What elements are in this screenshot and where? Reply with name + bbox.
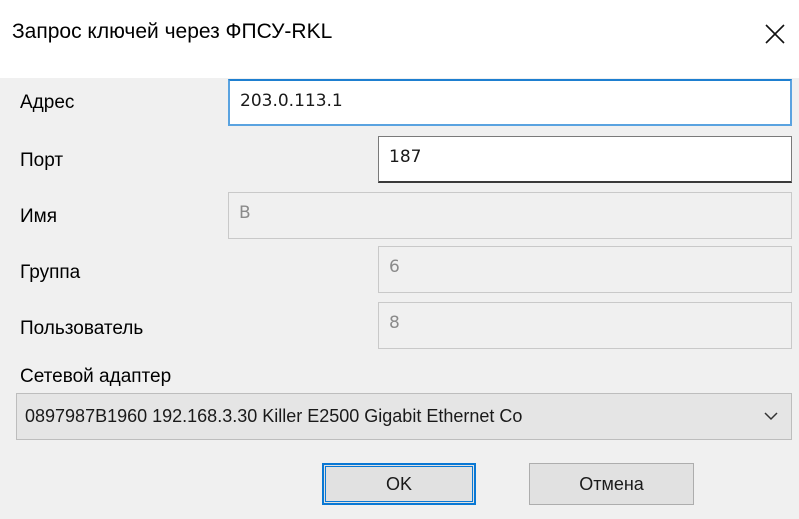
address-value: 203.0.113.1 (240, 91, 343, 111)
port-value: 187 (389, 147, 422, 167)
user-label: Пользователь (20, 318, 144, 339)
name-label: Имя (20, 206, 58, 227)
user-value: 8 (389, 313, 400, 333)
window-title: Запрос ключей через ФПСУ-RKL (12, 20, 333, 43)
adapter-label: Сетевой адаптер (20, 366, 172, 387)
name-value: B (239, 203, 251, 223)
cancel-button-label: Отмена (579, 473, 644, 494)
port-input[interactable]: 187 (378, 136, 792, 183)
close-button[interactable] (751, 10, 799, 58)
address-input[interactable]: 203.0.113.1 (228, 79, 792, 126)
close-icon (765, 24, 785, 44)
port-label: Порт (20, 150, 64, 171)
user-input: 8 (378, 302, 792, 349)
cancel-button[interactable]: Отмена (529, 463, 694, 505)
chevron-down-icon (764, 412, 778, 421)
adapter-selected-value: 0897987B1960 192.168.3.30 Killer E2500 G… (25, 406, 523, 426)
ok-button[interactable]: OK (322, 463, 476, 505)
address-label: Адрес (20, 92, 75, 113)
group-value: 6 (389, 257, 400, 277)
group-input: 6 (378, 246, 792, 293)
title-bar: Запрос ключей через ФПСУ-RKL (0, 0, 799, 78)
name-input: B (228, 192, 792, 239)
group-label: Группа (20, 262, 81, 283)
ok-button-label: OK (385, 473, 412, 494)
dialog-window: Запрос ключей через ФПСУ-RKL Адрес 203.0… (0, 0, 799, 519)
adapter-select[interactable]: 0897987B1960 192.168.3.30 Killer E2500 G… (16, 393, 792, 440)
